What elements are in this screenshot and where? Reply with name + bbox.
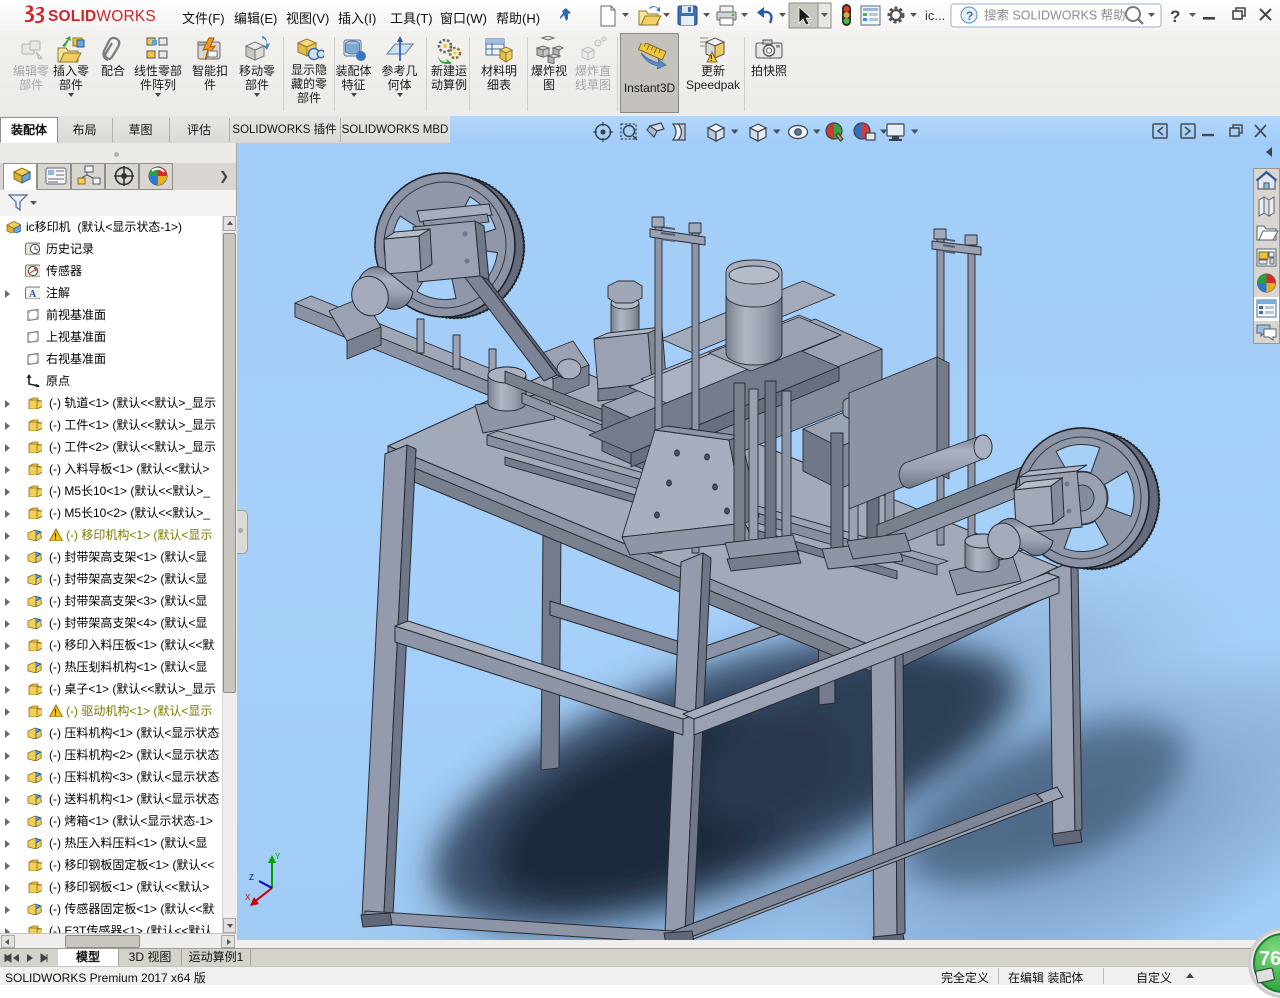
svg-text:!: ! bbox=[54, 708, 57, 718]
svg-text:?: ? bbox=[966, 9, 973, 23]
svg-text:!: ! bbox=[54, 532, 57, 542]
svg-text:A: A bbox=[29, 289, 37, 299]
svg-text:!: ! bbox=[710, 54, 713, 63]
svg-text:?: ? bbox=[1170, 7, 1180, 26]
svg-text:搜索 SOLIDWORKS 帮助: 搜索 SOLIDWORKS 帮助 bbox=[984, 8, 1126, 23]
svg-text:Y: Y bbox=[275, 852, 281, 861]
svg-text:Z: Z bbox=[249, 873, 254, 882]
svg-text:X: X bbox=[245, 893, 251, 902]
svg-text:ic...: ic... bbox=[925, 8, 945, 23]
